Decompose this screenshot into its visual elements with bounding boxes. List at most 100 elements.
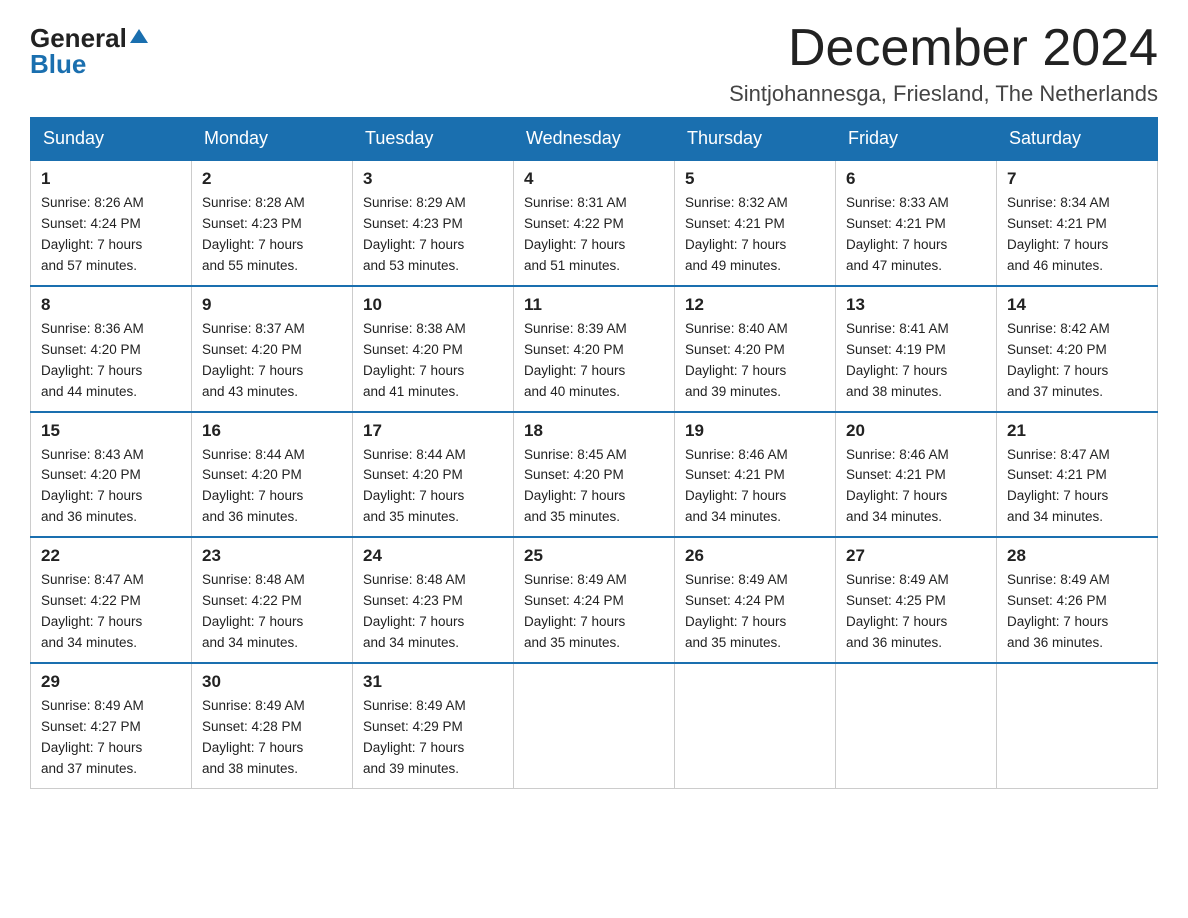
day-info: Sunrise: 8:36 AMSunset: 4:20 PMDaylight:… [41, 319, 181, 403]
calendar-day-cell: 16 Sunrise: 8:44 AMSunset: 4:20 PMDayligh… [192, 412, 353, 538]
day-info: Sunrise: 8:46 AMSunset: 4:21 PMDaylight:… [685, 445, 825, 529]
day-info: Sunrise: 8:49 AMSunset: 4:28 PMDaylight:… [202, 696, 342, 780]
calendar-day-cell: 2 Sunrise: 8:28 AMSunset: 4:23 PMDaylight… [192, 160, 353, 286]
day-info: Sunrise: 8:40 AMSunset: 4:20 PMDaylight:… [685, 319, 825, 403]
day-number: 21 [1007, 421, 1147, 441]
calendar-day-cell: 21 Sunrise: 8:47 AMSunset: 4:21 PMDayligh… [997, 412, 1158, 538]
calendar-day-cell: 11Sunrise: 8:39 AMSunset: 4:20 PMDayligh… [514, 286, 675, 412]
logo-arrow-icon [130, 27, 148, 45]
logo-general: General [30, 25, 127, 51]
day-info: Sunrise: 8:49 AMSunset: 4:27 PMDaylight:… [41, 696, 181, 780]
day-info: Sunrise: 8:49 AMSunset: 4:24 PMDaylight:… [524, 570, 664, 654]
day-number: 6 [846, 169, 986, 189]
calendar-day-cell: 6 Sunrise: 8:33 AMSunset: 4:21 PMDaylight… [836, 160, 997, 286]
day-info: Sunrise: 8:47 AMSunset: 4:22 PMDaylight:… [41, 570, 181, 654]
calendar-day-cell: 30 Sunrise: 8:49 AMSunset: 4:28 PMDayligh… [192, 663, 353, 788]
day-info: Sunrise: 8:28 AMSunset: 4:23 PMDaylight:… [202, 193, 342, 277]
calendar-day-cell: 13 Sunrise: 8:41 AMSunset: 4:19 PMDayligh… [836, 286, 997, 412]
title-block: December 2024 Sintjohannesga, Friesland,… [729, 20, 1158, 107]
day-info: Sunrise: 8:46 AMSunset: 4:21 PMDaylight:… [846, 445, 986, 529]
calendar-day-cell: 3 Sunrise: 8:29 AMSunset: 4:23 PMDaylight… [353, 160, 514, 286]
day-number: 18 [524, 421, 664, 441]
calendar-day-cell: 29 Sunrise: 8:49 AMSunset: 4:27 PMDayligh… [31, 663, 192, 788]
day-number: 29 [41, 672, 181, 692]
empty-cell [675, 663, 836, 788]
weekday-header-tuesday: Tuesday [353, 118, 514, 161]
day-info: Sunrise: 8:37 AMSunset: 4:20 PMDaylight:… [202, 319, 342, 403]
day-number: 16 [202, 421, 342, 441]
day-info: Sunrise: 8:48 AMSunset: 4:23 PMDaylight:… [363, 570, 503, 654]
calendar-week-row: 22Sunrise: 8:47 AMSunset: 4:22 PMDayligh… [31, 537, 1158, 663]
day-info: Sunrise: 8:32 AMSunset: 4:21 PMDaylight:… [685, 193, 825, 277]
day-info: Sunrise: 8:42 AMSunset: 4:20 PMDaylight:… [1007, 319, 1147, 403]
calendar-day-cell: 19 Sunrise: 8:46 AMSunset: 4:21 PMDayligh… [675, 412, 836, 538]
empty-cell [997, 663, 1158, 788]
empty-cell [514, 663, 675, 788]
day-number: 3 [363, 169, 503, 189]
day-info: Sunrise: 8:43 AMSunset: 4:20 PMDaylight:… [41, 445, 181, 529]
weekday-header-wednesday: Wednesday [514, 118, 675, 161]
day-info: Sunrise: 8:44 AMSunset: 4:20 PMDaylight:… [202, 445, 342, 529]
day-info: Sunrise: 8:39 AMSunset: 4:20 PMDaylight:… [524, 319, 664, 403]
calendar-day-cell: 23 Sunrise: 8:48 AMSunset: 4:22 PMDayligh… [192, 537, 353, 663]
day-info: Sunrise: 8:33 AMSunset: 4:21 PMDaylight:… [846, 193, 986, 277]
day-number: 30 [202, 672, 342, 692]
calendar-day-cell: 1 Sunrise: 8:26 AMSunset: 4:24 PMDaylight… [31, 160, 192, 286]
day-number: 7 [1007, 169, 1147, 189]
day-info: Sunrise: 8:49 AMSunset: 4:24 PMDaylight:… [685, 570, 825, 654]
day-number: 17 [363, 421, 503, 441]
calendar-week-row: 29 Sunrise: 8:49 AMSunset: 4:27 PMDayligh… [31, 663, 1158, 788]
calendar-day-cell: 31 Sunrise: 8:49 AMSunset: 4:29 PMDayligh… [353, 663, 514, 788]
calendar-day-cell: 25 Sunrise: 8:49 AMSunset: 4:24 PMDayligh… [514, 537, 675, 663]
day-info: Sunrise: 8:29 AMSunset: 4:23 PMDaylight:… [363, 193, 503, 277]
day-info: Sunrise: 8:41 AMSunset: 4:19 PMDaylight:… [846, 319, 986, 403]
day-info: Sunrise: 8:48 AMSunset: 4:22 PMDaylight:… [202, 570, 342, 654]
empty-cell [836, 663, 997, 788]
calendar-day-cell: 17 Sunrise: 8:44 AMSunset: 4:20 PMDayligh… [353, 412, 514, 538]
weekday-header-thursday: Thursday [675, 118, 836, 161]
calendar-day-cell: 28 Sunrise: 8:49 AMSunset: 4:26 PMDayligh… [997, 537, 1158, 663]
day-info: Sunrise: 8:26 AMSunset: 4:24 PMDaylight:… [41, 193, 181, 277]
day-number: 15 [41, 421, 181, 441]
day-number: 1 [41, 169, 181, 189]
calendar-day-cell: 15 Sunrise: 8:43 AMSunset: 4:20 PMDayligh… [31, 412, 192, 538]
calendar-day-cell: 12 Sunrise: 8:40 AMSunset: 4:20 PMDayligh… [675, 286, 836, 412]
weekday-header-friday: Friday [836, 118, 997, 161]
day-number: 20 [846, 421, 986, 441]
calendar-day-cell: 27Sunrise: 8:49 AMSunset: 4:25 PMDayligh… [836, 537, 997, 663]
day-number: 19 [685, 421, 825, 441]
calendar-day-cell: 7Sunrise: 8:34 AMSunset: 4:21 PMDaylight… [997, 160, 1158, 286]
location-title: Sintjohannesga, Friesland, The Netherlan… [729, 81, 1158, 107]
day-number: 12 [685, 295, 825, 315]
day-info: Sunrise: 8:49 AMSunset: 4:26 PMDaylight:… [1007, 570, 1147, 654]
calendar-day-cell: 10Sunrise: 8:38 AMSunset: 4:20 PMDayligh… [353, 286, 514, 412]
day-number: 13 [846, 295, 986, 315]
calendar-day-cell: 4 Sunrise: 8:31 AMSunset: 4:22 PMDaylight… [514, 160, 675, 286]
day-number: 4 [524, 169, 664, 189]
calendar-day-cell: 20 Sunrise: 8:46 AMSunset: 4:21 PMDayligh… [836, 412, 997, 538]
month-title: December 2024 [729, 20, 1158, 77]
day-number: 5 [685, 169, 825, 189]
day-number: 10 [363, 295, 503, 315]
day-number: 25 [524, 546, 664, 566]
day-number: 14 [1007, 295, 1147, 315]
page-header: General Blue December 2024 Sintjohannesg… [30, 20, 1158, 107]
calendar-day-cell: 14 Sunrise: 8:42 AMSunset: 4:20 PMDayligh… [997, 286, 1158, 412]
calendar-day-cell: 18 Sunrise: 8:45 AMSunset: 4:20 PMDayligh… [514, 412, 675, 538]
day-number: 31 [363, 672, 503, 692]
day-number: 28 [1007, 546, 1147, 566]
day-info: Sunrise: 8:49 AMSunset: 4:29 PMDaylight:… [363, 696, 503, 780]
calendar-day-cell: 5 Sunrise: 8:32 AMSunset: 4:21 PMDaylight… [675, 160, 836, 286]
day-info: Sunrise: 8:31 AMSunset: 4:22 PMDaylight:… [524, 193, 664, 277]
calendar-day-cell: 22Sunrise: 8:47 AMSunset: 4:22 PMDayligh… [31, 537, 192, 663]
calendar-week-row: 8 Sunrise: 8:36 AMSunset: 4:20 PMDaylight… [31, 286, 1158, 412]
day-info: Sunrise: 8:49 AMSunset: 4:25 PMDaylight:… [846, 570, 986, 654]
day-info: Sunrise: 8:45 AMSunset: 4:20 PMDaylight:… [524, 445, 664, 529]
calendar-day-cell: 24Sunrise: 8:48 AMSunset: 4:23 PMDayligh… [353, 537, 514, 663]
day-number: 8 [41, 295, 181, 315]
day-number: 23 [202, 546, 342, 566]
calendar-week-row: 1 Sunrise: 8:26 AMSunset: 4:24 PMDaylight… [31, 160, 1158, 286]
day-info: Sunrise: 8:44 AMSunset: 4:20 PMDaylight:… [363, 445, 503, 529]
day-number: 2 [202, 169, 342, 189]
day-info: Sunrise: 8:47 AMSunset: 4:21 PMDaylight:… [1007, 445, 1147, 529]
